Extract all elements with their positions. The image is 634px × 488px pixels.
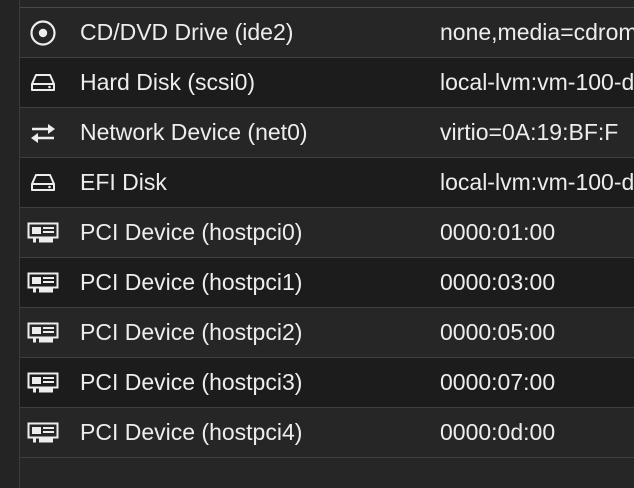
hardware-row-pci-device[interactable]: PCI Device (hostpci2) 0000:05:00 <box>20 308 634 358</box>
hardware-row-value: 0000:0d:00 <box>440 419 556 445</box>
hardware-row-value: 0000:01:00 <box>440 219 556 245</box>
hardware-row-value: none,media=cdrom <box>440 19 634 45</box>
hardware-panel: CD/DVD Drive (ide2) none,media=cdrom Har… <box>0 0 634 488</box>
hardware-row-value: local-lvm:vm-100-disk-1 <box>440 69 634 95</box>
pci-card-icon <box>26 408 60 457</box>
hardware-row-efi-disk[interactable]: EFI Disk local-lvm:vm-100-disk-0 <box>20 158 634 208</box>
hardware-grid: CD/DVD Drive (ide2) none,media=cdrom Har… <box>20 8 634 458</box>
hardware-row-pci-device[interactable]: PCI Device (hostpci4) 0000:0d:00 <box>20 408 634 458</box>
hard-disk-icon <box>26 158 60 207</box>
hardware-row-value: local-lvm:vm-100-disk-0 <box>440 169 634 195</box>
hardware-row-name: PCI Device (hostpci1) <box>80 269 303 295</box>
pci-card-icon <box>26 358 60 407</box>
grid-empty-area <box>20 459 634 488</box>
hardware-row-name: Network Device (net0) <box>80 119 308 145</box>
hardware-row-cdrom[interactable]: CD/DVD Drive (ide2) none,media=cdrom <box>20 8 634 58</box>
hardware-row-pci-device[interactable]: PCI Device (hostpci3) 0000:07:00 <box>20 358 634 408</box>
pci-card-icon <box>26 258 60 307</box>
hardware-row-network[interactable]: Network Device (net0) virtio=0A:19:BF:F <box>20 108 634 158</box>
hardware-row-name: PCI Device (hostpci0) <box>80 219 303 245</box>
hardware-row-name: PCI Device (hostpci2) <box>80 319 303 345</box>
hardware-row-name: PCI Device (hostpci3) <box>80 369 303 395</box>
hardware-row-value: 0000:07:00 <box>440 369 556 395</box>
pci-card-icon <box>26 308 60 357</box>
network-icon <box>26 108 60 157</box>
hardware-row-value: 0000:03:00 <box>440 269 556 295</box>
hardware-row-pci-device[interactable]: PCI Device (hostpci1) 0000:03:00 <box>20 258 634 308</box>
hardware-row-name: EFI Disk <box>80 169 167 195</box>
hardware-row-hard-disk[interactable]: Hard Disk (scsi0) local-lvm:vm-100-disk-… <box>20 58 634 108</box>
hardware-row-value: 0000:05:00 <box>440 319 556 345</box>
hardware-row-name: CD/DVD Drive (ide2) <box>80 19 294 45</box>
hardware-row-name: PCI Device (hostpci4) <box>80 419 303 445</box>
left-panel-edge <box>0 0 20 488</box>
cdrom-icon <box>26 8 60 57</box>
hardware-row-value: virtio=0A:19:BF:F <box>440 119 619 145</box>
pci-card-icon <box>26 208 60 257</box>
hardware-row-pci-device[interactable]: PCI Device (hostpci0) 0000:01:00 <box>20 208 634 258</box>
hard-disk-icon <box>26 58 60 107</box>
hardware-row-name: Hard Disk (scsi0) <box>80 69 256 95</box>
